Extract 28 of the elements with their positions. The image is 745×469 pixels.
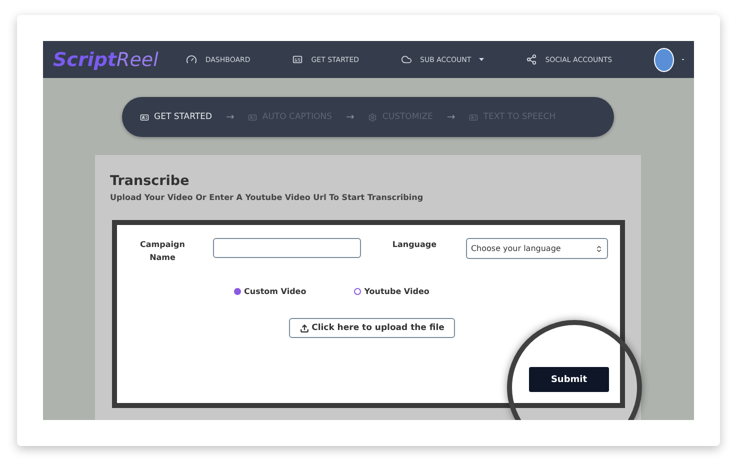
- avatar[interactable]: [654, 48, 674, 72]
- card-icon: [469, 112, 478, 122]
- chevron-icon: [595, 244, 604, 252]
- card-title: Transcribe: [110, 173, 190, 189]
- radio-option[interactable]: Youtube Video: [354, 287, 430, 296]
- field-label: Language: [391, 239, 438, 251]
- card-subtitle: Upload Your Video Or Enter A Youtube Video Url To Start Transcribing: [110, 193, 424, 202]
- card-icon: [140, 112, 149, 122]
- arrow: →: [226, 112, 234, 122]
- step-tab[interactable]: GET STARTED: [140, 112, 212, 122]
- arrow: →: [346, 112, 354, 122]
- gauge-icon: [186, 54, 198, 65]
- captions-icon: [292, 54, 304, 65]
- card-icon: [248, 112, 258, 122]
- radio-option[interactable]: Custom Video: [234, 287, 306, 296]
- radio-icon[interactable]: [354, 288, 362, 295]
- field-label: Campaign Name: [139, 239, 186, 264]
- radio-icon[interactable]: [234, 288, 241, 295]
- gear-icon: [368, 112, 378, 122]
- arrow: →: [446, 112, 456, 122]
- upload-icon: [300, 324, 309, 332]
- language-select[interactable]: Choose your language: [466, 238, 608, 259]
- upload-button[interactable]: Click here to upload the file: [289, 318, 455, 338]
- share-icon: [526, 54, 538, 65]
- cloud-icon: [401, 54, 412, 65]
- input-field[interactable]: [212, 238, 361, 258]
- submit-button[interactable]: Submit: [529, 367, 609, 392]
- caret-icon[interactable]: [682, 59, 684, 60]
